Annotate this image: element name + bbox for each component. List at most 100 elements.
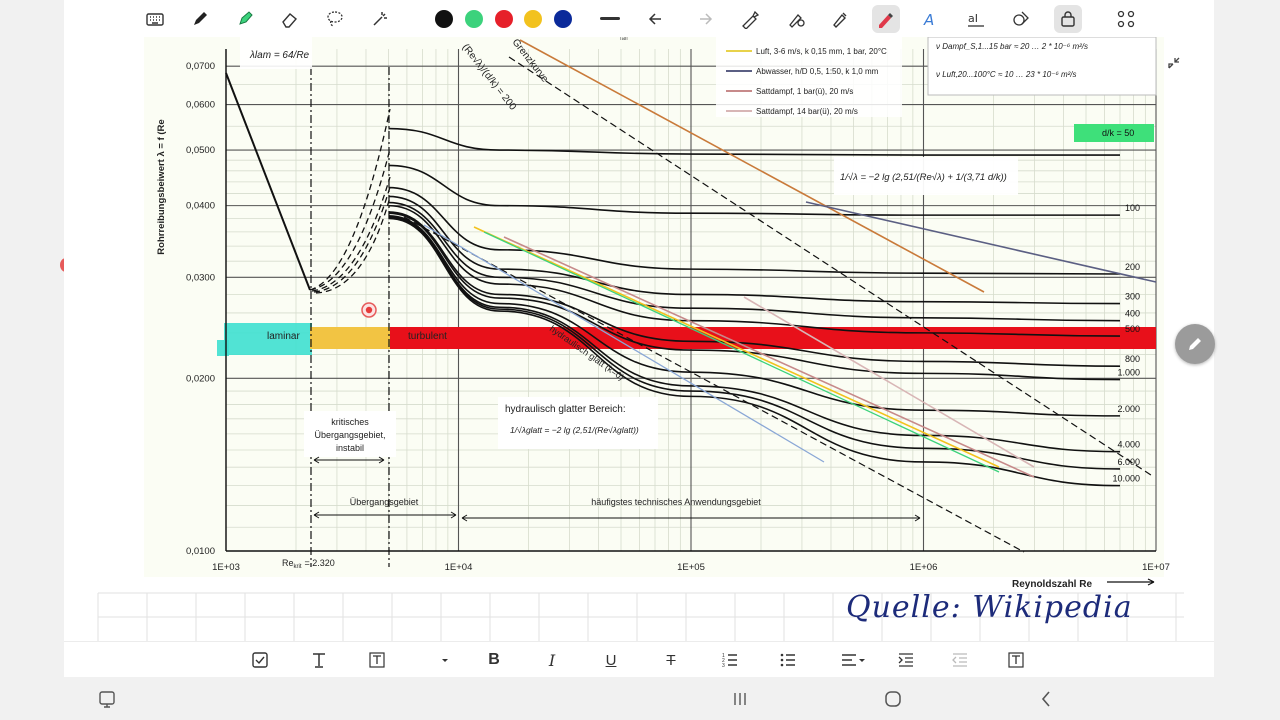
x-tick-label: 1E+06 [910, 562, 938, 573]
svg-text:A: A [923, 11, 934, 29]
top-cut-label: fail [620, 37, 628, 42]
series-label-2.000: 2.000 [1117, 404, 1140, 414]
series-label-6.000: 6.000 [1117, 457, 1140, 467]
numbered-list-icon[interactable]: 123 [720, 650, 740, 670]
series-label-200: 200 [1125, 262, 1140, 272]
text-pen-icon[interactable] [830, 9, 850, 29]
svg-text:aI: aI [968, 12, 978, 25]
series-label-4.000: 4.000 [1117, 440, 1140, 450]
note-page[interactable]: laminar turbulent d/k = 50 100 200 300 400 5… [64, 37, 1214, 641]
series-label-10.000: 10.000 [1112, 474, 1140, 484]
legend: Luft, 3-6 m/s, k 0,15 mm, 1 bar, 20°C Ab… [716, 37, 902, 117]
checkbox-icon[interactable] [250, 650, 270, 670]
redo-icon[interactable] [694, 9, 714, 29]
shape-pen-icon[interactable] [740, 9, 760, 29]
series-label-1.000: 1.000 [1117, 368, 1140, 378]
swatch-green[interactable] [465, 10, 483, 28]
collapse-icon[interactable] [1166, 55, 1182, 71]
legend-sattdampf14: Sattdampf, 14 bar(ü), 20 m/s [756, 107, 858, 116]
glatt-box-title: hydraulisch glatter Bereich: [505, 404, 626, 415]
text-frame-icon[interactable] [1006, 650, 1026, 670]
home-icon[interactable] [882, 689, 904, 709]
text-icon[interactable] [309, 650, 329, 670]
lasso-icon[interactable] [325, 9, 345, 29]
series-label-300: 300 [1125, 292, 1140, 302]
edit-fab[interactable] [1175, 324, 1215, 364]
swatch-yellow[interactable] [524, 10, 542, 28]
swatch-red[interactable] [495, 10, 513, 28]
handwriting-to-text-icon[interactable]: A [920, 9, 940, 29]
kritisch-line-3: instabil [336, 443, 364, 453]
pen-settings-icon[interactable] [786, 9, 806, 29]
eraser-icon[interactable] [280, 9, 300, 29]
y-tick-label: 0,0700 [186, 61, 215, 72]
viscosity-dampf: ν Dampf_S,1...15 bar ≈ 20 … 2 * 10⁻⁶ m²/… [936, 42, 1088, 51]
legend-sattdampf1: Sattdampf, 1 bar(ü), 20 m/s [756, 87, 853, 96]
underline-icon[interactable]: U [601, 650, 621, 670]
right-chrome [1210, 0, 1280, 720]
align-icon[interactable] [838, 650, 868, 670]
lock-icon[interactable] [1054, 5, 1082, 33]
y-tick-label: 0,0600 [186, 100, 215, 111]
kritisch-line-1: kritisches [331, 417, 369, 427]
outdent-icon[interactable] [950, 650, 970, 670]
text-recognize-icon[interactable]: aI [966, 9, 986, 29]
dropdown-icon[interactable] [435, 650, 455, 670]
series-label-400: 400 [1125, 309, 1140, 319]
viscosity-luft: ν Luft,20...100°C ≈ 10 … 23 * 10⁻⁶ m²/s [936, 70, 1077, 79]
bullet-list-icon[interactable] [778, 650, 798, 670]
band-transition [310, 327, 390, 349]
undo-icon[interactable] [647, 9, 667, 29]
swatch-black[interactable] [435, 10, 453, 28]
left-chrome [0, 0, 72, 720]
moody-chart: laminar turbulent d/k = 50 100 200 300 400 5… [97, 37, 1184, 641]
x-tick-label: 1E+07 [1142, 562, 1170, 573]
pen-toolbar: A aI [64, 0, 1214, 37]
swatch-blue[interactable] [554, 10, 572, 28]
pen-icon[interactable] [190, 9, 210, 29]
indent-icon[interactable] [896, 650, 916, 670]
series-label-800: 800 [1125, 354, 1140, 364]
band-laminar-tail [217, 340, 229, 356]
pen-cursor-core [365, 306, 373, 314]
x-axis-label: Reynoldszahl Re [1012, 579, 1092, 590]
y-tick-label: 0,0100 [186, 546, 215, 557]
italic-icon[interactable]: I [542, 650, 562, 670]
band-turbulent-label: turbulent [408, 331, 447, 342]
band-laminar-label: laminar [267, 331, 300, 342]
text-box-icon[interactable] [367, 650, 387, 670]
magic-select-icon[interactable] [370, 9, 390, 29]
y-tick-label: 0,0500 [186, 145, 215, 156]
strikethrough-icon[interactable]: T [661, 650, 681, 670]
y-tick-label: 0,0300 [186, 272, 215, 283]
text-format-toolbar: B I U T 123 [64, 641, 1214, 678]
keyboard-icon[interactable] [145, 9, 165, 29]
back-icon[interactable] [1035, 689, 1057, 709]
pencil-icon [1189, 338, 1201, 350]
y-tick-label: 0,0200 [186, 373, 215, 384]
y-tick-label: 0,0400 [186, 201, 215, 212]
source-note-handwriting: Quelle: Wikipedia [846, 590, 1133, 625]
x-tick-label: 1E+03 [212, 562, 240, 573]
series-label-100: 100 [1125, 203, 1140, 213]
recents-icon[interactable] [729, 689, 751, 709]
more-grid-icon[interactable] [1116, 9, 1136, 29]
bold-icon[interactable]: B [484, 650, 504, 670]
active-pen-icon[interactable] [872, 5, 900, 33]
y-axis-label: Rohrreibungsbeiwert λ = f (Re [156, 119, 167, 254]
x-axis-arrow [1107, 578, 1155, 586]
svg-text:3: 3 [722, 663, 725, 669]
system-nav-bar [64, 677, 1214, 720]
uebergang-label: Übergangsgebiet [350, 497, 419, 507]
series-label-500: 500 [1125, 324, 1140, 334]
x-tick-label: 1E+04 [445, 562, 473, 573]
x-tick-label: 1E+05 [677, 562, 705, 573]
shapes-icon[interactable] [1011, 9, 1031, 29]
formula-colebrook: 1/√λ = −2 lg (2,51/(Re√λ) + 1/(3,71 d/k)… [840, 172, 1007, 183]
anwendung-label: häufigstes technisches Anwendungsgebiet [591, 497, 761, 507]
highlighter-icon[interactable] [235, 9, 255, 29]
glatt-box-formula: 1/√λglatt = −2 lg (2,51/(Re√λglatt)) [510, 425, 639, 435]
formula-laminar: λlam = 64/Re [249, 50, 310, 61]
screenshot-icon[interactable] [96, 689, 118, 709]
line-thickness-icon[interactable] [600, 9, 620, 29]
